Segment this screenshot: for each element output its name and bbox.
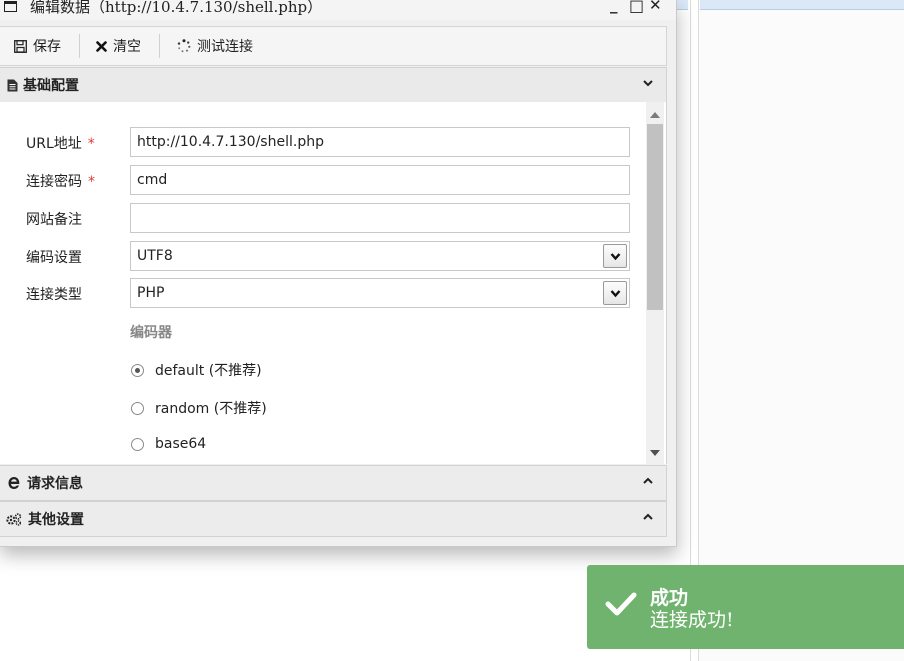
url-label: URL地址 *: [26, 136, 95, 152]
connection-type-dropdown-button[interactable]: [603, 281, 627, 305]
password-label: 连接密码 *: [26, 174, 95, 190]
encoder-option-random[interactable]: random (不推荐): [131, 398, 267, 418]
chevron-down-icon: [610, 252, 620, 260]
request-info-title: 请求信息: [27, 476, 83, 492]
vertical-scrollbar[interactable]: [646, 102, 664, 464]
x-icon: [96, 40, 107, 52]
chevron-down-icon[interactable]: [642, 77, 654, 89]
save-button[interactable]: 保存: [14, 36, 61, 56]
basic-config-title: 基础配置: [23, 78, 79, 94]
ie-browser-icon: [8, 477, 20, 489]
encoding-select[interactable]: UTF8: [130, 241, 630, 271]
chevron-up-icon[interactable]: [642, 475, 654, 487]
check-icon: [605, 592, 637, 616]
required-marker: *: [88, 174, 95, 190]
floppy-disk-icon: [14, 39, 27, 53]
background-side-panel: [698, 0, 904, 661]
test-connection-button[interactable]: 测试连接: [177, 36, 253, 56]
minimize-button[interactable]: _: [610, 0, 618, 14]
gears-icon: [6, 512, 22, 526]
encoder-option-label: random (不推荐): [155, 401, 267, 417]
window-title: 编辑数据（http://10.4.7.130/shell.php）: [30, 0, 323, 16]
background-header-strip: [676, 0, 688, 10]
background-header-bar: [700, 0, 904, 10]
encoder-option-base64[interactable]: base64: [131, 436, 206, 452]
password-input[interactable]: cmd: [130, 165, 630, 195]
encoder-option-default[interactable]: default (不推荐): [131, 360, 262, 380]
note-label: 网站备注: [26, 212, 82, 228]
spinner-icon: [177, 39, 191, 53]
save-label: 保存: [33, 39, 61, 55]
connection-type-select[interactable]: PHP: [130, 278, 630, 308]
edit-data-window: 编辑数据（http://10.4.7.130/shell.php） _ □ ✕ …: [0, 0, 677, 547]
close-button[interactable]: ✕: [649, 0, 662, 14]
radio-unselected-icon[interactable]: [131, 401, 144, 415]
radio-unselected-icon[interactable]: [131, 437, 144, 451]
encoding-value: UTF8: [137, 248, 173, 264]
window-icon: [4, 1, 17, 12]
test-connection-label: 测试连接: [197, 39, 253, 55]
toast-message: 连接成功!: [650, 609, 734, 631]
scrollbar-thumb[interactable]: [647, 124, 663, 310]
document-icon: [7, 79, 18, 91]
encoding-label: 编码设置: [26, 250, 82, 266]
note-input[interactable]: [130, 203, 630, 233]
toolbar-separator: [159, 34, 160, 58]
basic-config-header[interactable]: 基础配置: [0, 67, 667, 103]
encoder-option-label: base64: [155, 436, 207, 452]
connection-type-value: PHP: [137, 285, 165, 301]
scroll-down-arrow-icon[interactable]: [650, 450, 660, 456]
scroll-up-arrow-icon[interactable]: [650, 112, 660, 118]
success-toast[interactable]: 成功 连接成功!: [587, 565, 904, 649]
encoder-heading: 编码器: [130, 325, 172, 341]
required-marker: *: [87, 136, 95, 152]
request-info-header[interactable]: 请求信息: [0, 465, 667, 501]
clear-button[interactable]: 清空: [96, 36, 141, 56]
encoding-dropdown-button[interactable]: [603, 244, 627, 268]
chevron-down-icon: [610, 289, 620, 297]
other-settings-header[interactable]: 其他设置: [0, 501, 667, 537]
url-input[interactable]: http://10.4.7.130/shell.php: [130, 127, 630, 157]
other-settings-title: 其他设置: [28, 512, 84, 528]
toolbar-separator: [79, 34, 80, 58]
basic-config-body: URL地址 * http://10.4.7.130/shell.php 连接密码 *…: [0, 102, 667, 464]
toolbar: 保存 清空 测试连接: [0, 26, 667, 66]
clear-label: 清空: [113, 39, 141, 55]
encoder-option-label: default (不推荐): [155, 363, 262, 379]
connection-type-label: 连接类型: [26, 287, 82, 303]
chevron-up-icon[interactable]: [642, 511, 654, 523]
window-titlebar[interactable]: 编辑数据（http://10.4.7.130/shell.php） _ □ ✕: [0, 0, 676, 20]
radio-selected-icon[interactable]: [131, 363, 144, 377]
maximize-button[interactable]: □: [629, 0, 644, 15]
